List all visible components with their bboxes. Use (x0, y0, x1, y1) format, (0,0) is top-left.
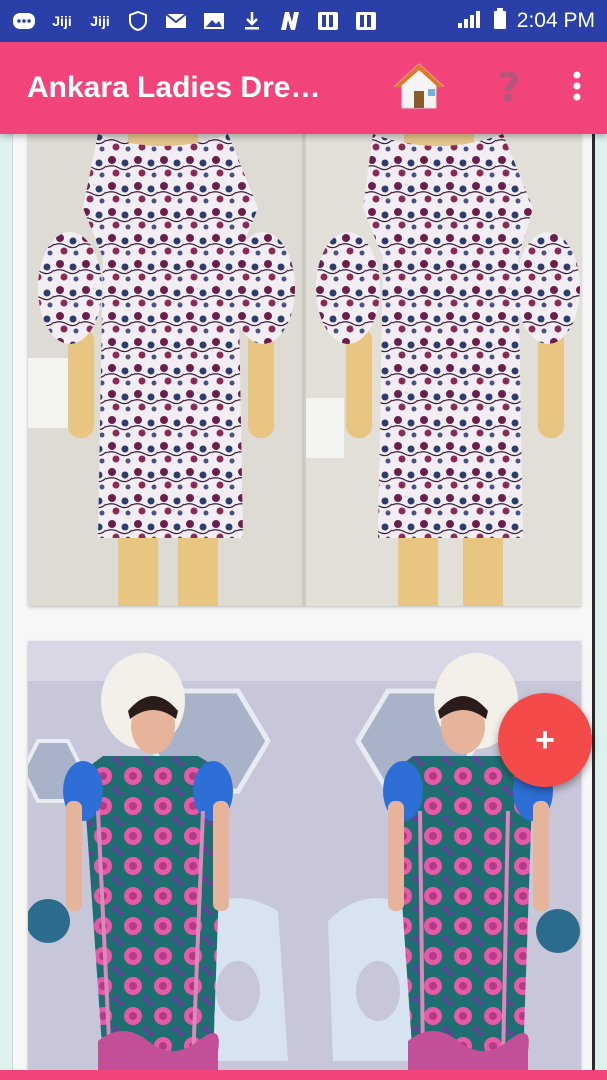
help-icon: ? (497, 65, 521, 111)
shield-icon (126, 10, 150, 32)
signal-icon (457, 9, 483, 34)
clock: 2:04 PM (516, 9, 595, 32)
bottom-accent-bar (0, 1070, 607, 1080)
page-title: Ankara Ladies Dre… (27, 71, 321, 104)
plus-icon: + (535, 721, 555, 759)
image-icon (202, 10, 226, 32)
app-bar: Ankara Ladies Dre… ? (0, 42, 607, 134)
overflow-menu-button[interactable] (547, 58, 607, 118)
add-button[interactable]: + (498, 693, 592, 787)
content-area[interactable]: + (0, 134, 607, 1070)
mail-icon (164, 10, 188, 32)
help-button[interactable]: ? (479, 58, 539, 118)
dress-image-card[interactable] (28, 134, 581, 606)
home-button[interactable] (389, 58, 449, 118)
notification-icons: Jiji Jiji (12, 10, 457, 32)
battery-icon (493, 7, 507, 35)
jiji-icon: Jiji (52, 13, 72, 29)
download-icon (240, 10, 264, 32)
image-feed[interactable] (12, 134, 595, 1070)
dress-photo (28, 134, 581, 606)
home-icon (392, 61, 446, 116)
message-icon (12, 10, 36, 32)
dress-image-card[interactable] (28, 641, 581, 1070)
n-icon (278, 10, 302, 32)
pdf-icon (354, 10, 378, 32)
status-bar: Jiji Jiji 2:04 PM (0, 0, 607, 42)
dress-photo (28, 641, 581, 1070)
overflow-menu-icon (572, 71, 582, 106)
pdf-icon (316, 10, 340, 32)
jiji-icon: Jiji (90, 13, 110, 29)
